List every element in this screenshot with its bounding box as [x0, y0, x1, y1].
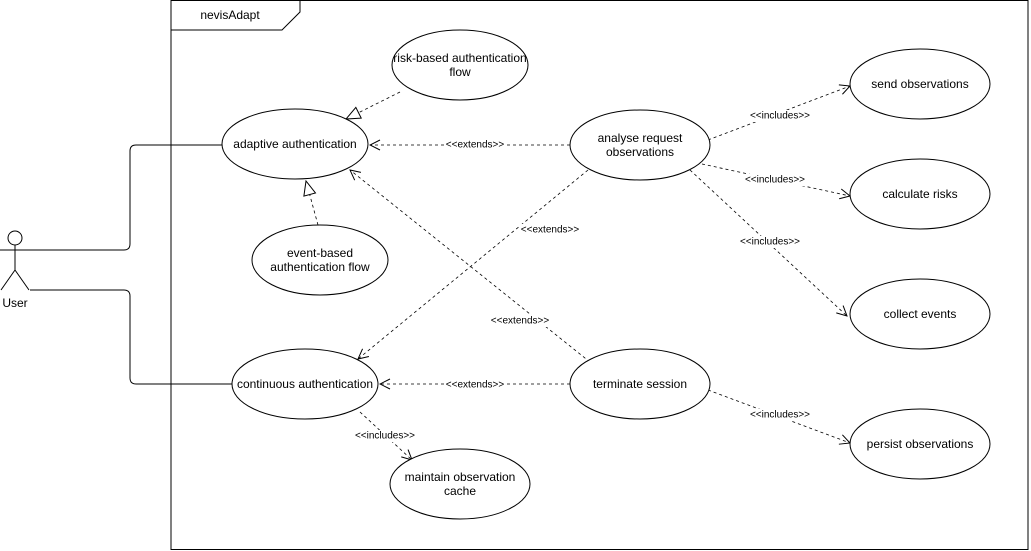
relation-analyse-continuous: <<extends>> [358, 169, 589, 359]
use-case-terminate[interactable]: terminate session [569, 348, 711, 420]
relation-terminate-persist: <<includes>> [707, 389, 850, 443]
use-case-diagram: nevisAdapt User <<extends>> <<extends>> <<… [0, 0, 1029, 550]
actor-user[interactable]: User [0, 230, 30, 310]
use-case-label: continuous authentication [237, 377, 373, 391]
use-case-label: event-based [287, 246, 353, 260]
actor-head [7, 230, 23, 246]
use-case-label: send observations [871, 77, 968, 91]
use-case-label: calculate risks [882, 187, 957, 201]
use-case-label: flow [449, 65, 471, 79]
use-case-maintain[interactable]: maintain observationcache [389, 448, 531, 520]
use-case-event-based[interactable]: event-basedauthentication flow [251, 224, 389, 296]
use-case-label: adaptive authentication [233, 137, 356, 151]
use-case-analyse[interactable]: analyse requestobservations [569, 109, 711, 181]
use-case-label: observations [606, 145, 674, 159]
actor-label: User [2, 296, 27, 310]
relation-analyse-collect: <<includes>> [689, 169, 847, 316]
use-case-calc[interactable]: calculate risks [849, 158, 991, 230]
system-title: nevisAdapt [200, 8, 260, 22]
relation-label: <<includes>> [745, 175, 805, 186]
use-case-label: collect events [884, 307, 957, 321]
relation-analyse-calc: <<includes>> [701, 163, 850, 196]
use-case-persist[interactable]: persist observations [849, 408, 991, 480]
association-user-adaptive [30, 144, 222, 251]
use-case-adaptive[interactable]: adaptive authentication [221, 108, 369, 180]
use-case-label: authentication flow [270, 260, 370, 274]
relation-terminate-continuous: <<extends>> [380, 379, 570, 391]
use-case-collect[interactable]: collect events [849, 278, 991, 350]
generalization-event-based [306, 181, 319, 226]
relation-analyse-send: <<includes>> [707, 86, 850, 141]
use-case-label: terminate session [593, 377, 687, 391]
dashed-arrow [358, 169, 589, 359]
relation-label: <<includes>> [740, 237, 800, 248]
generalization-risk-based [346, 91, 401, 119]
relation-analyse-adaptive: <<extends>> [370, 139, 570, 151]
relation-label: <<extends>> [491, 316, 550, 327]
relation-label: <<includes>> [750, 111, 810, 122]
use-case-label: persist observations [867, 437, 974, 451]
use-case-send[interactable]: send observations [849, 48, 991, 120]
relation-continuous-maintain: <<includes>> [352, 411, 418, 460]
use-case-label: maintain observation [405, 470, 516, 484]
use-case-label: cache [444, 484, 476, 498]
association-user-continuous [30, 289, 232, 385]
relation-label: <<extends>> [521, 225, 580, 236]
use-case-continuous[interactable]: continuous authentication [231, 348, 379, 420]
use-case-risk-based[interactable]: risk-based authenticationflow [391, 29, 529, 101]
use-case-label: analyse request [598, 131, 683, 145]
relation-label: <<extends>> [446, 140, 505, 151]
relation-label: <<includes>> [750, 410, 810, 421]
relation-label: <<includes>> [355, 431, 415, 442]
use-case-label: risk-based authentication [393, 51, 526, 65]
relation-label: <<extends>> [446, 380, 505, 391]
